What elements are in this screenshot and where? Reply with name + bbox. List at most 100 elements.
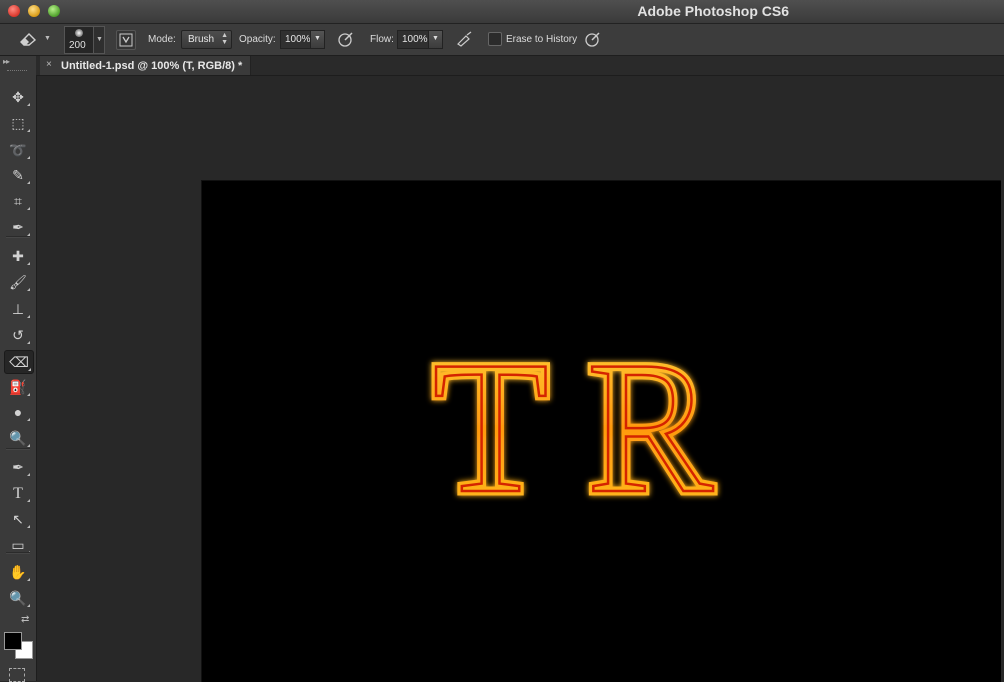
document-canvas[interactable]: TR TR — [201, 180, 1001, 682]
marquee-tool-icon: ⬚ — [11, 115, 25, 131]
brush-tip-icon — [75, 29, 83, 37]
tool-group-indicator — [27, 315, 30, 318]
foreground-color-swatch[interactable] — [4, 632, 22, 650]
erase-to-history-checkbox[interactable] — [488, 32, 502, 46]
flow-field[interactable]: 100% ▼ — [397, 30, 443, 49]
rectangle-tool-icon: ▭ — [11, 537, 25, 553]
chevron-down-icon: ▼ — [96, 36, 103, 43]
tab-untitled-1[interactable]: × Untitled-1.psd @ 100% (T, RGB/8) * — [40, 56, 251, 75]
tool-group-indicator — [27, 103, 30, 106]
marquee-tool-button[interactable]: ⬚ — [4, 112, 32, 134]
toolbar-separator — [6, 448, 30, 450]
brush-size-value: 200 — [69, 40, 86, 51]
minimize-window-button[interactable] — [28, 5, 40, 17]
app-title: Adobe Photoshop CS6 — [637, 3, 789, 19]
clone-stamp-tool-icon: ⊥ — [11, 301, 25, 317]
close-tab-icon[interactable]: × — [46, 59, 52, 70]
airbrush-icon — [457, 31, 472, 47]
zoom-tool-icon: 🔍 — [9, 590, 27, 606]
tool-group-indicator — [27, 473, 30, 476]
chevron-down-icon: ▼ — [432, 35, 439, 42]
tool-group-indicator — [27, 499, 30, 502]
pressure-opacity-button[interactable] — [337, 30, 355, 48]
tool-group-indicator — [27, 604, 30, 607]
blur-tool-button[interactable]: ● — [4, 401, 32, 423]
path-selection-tool-button[interactable]: ↖ — [4, 508, 32, 530]
chevron-down-icon: ▼ — [44, 35, 51, 42]
opacity-slider-dropdown[interactable]: ▼ — [310, 30, 325, 49]
tool-group-indicator — [27, 207, 30, 210]
tool-group-indicator — [27, 525, 30, 528]
toolbar-separator — [6, 552, 30, 554]
canvas-artwork: TR TR — [428, 319, 752, 538]
move-tool-button[interactable]: ✥ — [4, 86, 32, 108]
move-tool-icon: ✥ — [12, 89, 24, 105]
lasso-tool-icon: ➰ — [9, 142, 27, 158]
lasso-tool-button[interactable]: ➰ — [4, 139, 32, 161]
brush-preset-picker[interactable]: 200 — [64, 26, 94, 54]
quick-selection-tool-icon: ✎ — [12, 167, 24, 183]
flow-slider-dropdown[interactable]: ▼ — [428, 30, 443, 49]
paint-bucket-tool-button[interactable]: ⛽ — [4, 376, 32, 398]
brush-picker-dropdown[interactable]: ▼ — [93, 26, 105, 54]
eyedropper-tool-button[interactable]: ✒ — [4, 216, 32, 238]
crop-tool-icon: ⌗ — [14, 193, 22, 209]
swap-colors-icon[interactable]: ⇄ — [21, 614, 29, 625]
document-tabs: × Untitled-1.psd @ 100% (T, RGB/8) * — [36, 56, 1004, 76]
path-selection-tool-icon: ↖ — [12, 511, 24, 527]
tool-group-indicator — [27, 393, 30, 396]
blur-tool-icon: ● — [13, 404, 23, 420]
tab-title: Untitled-1.psd @ 100% (T, RGB/8) * — [61, 60, 243, 72]
flow-label: Flow: — [370, 34, 394, 45]
type-tool-icon: T — [13, 485, 23, 502]
toolbar-separator — [6, 236, 30, 238]
tool-preset-picker[interactable]: ▼ — [14, 28, 54, 50]
healing-brush-tool-button[interactable]: ✚ — [4, 245, 32, 267]
tool-group-indicator — [28, 368, 31, 371]
tool-group-indicator — [27, 578, 30, 581]
zoom-tool-button[interactable]: 🔍 — [4, 587, 32, 609]
zoom-window-button[interactable] — [48, 5, 60, 17]
chevron-down-icon: ▼ — [314, 35, 321, 42]
quick-mask-icon[interactable] — [9, 668, 25, 682]
tool-group-indicator — [27, 288, 30, 291]
spinner-arrows-icon: ▲ ▼ — [221, 32, 228, 46]
brush-tool-button[interactable]: 🖌 — [4, 271, 32, 293]
brush-panel-toggle-button[interactable] — [116, 30, 136, 50]
pressure-size-icon — [585, 32, 600, 47]
close-window-button[interactable] — [8, 5, 20, 17]
tool-group-indicator — [27, 156, 30, 159]
brush-panel-icon — [119, 33, 133, 47]
tool-group-indicator — [27, 181, 30, 184]
tool-group-indicator — [27, 262, 30, 265]
hand-tool-button[interactable]: ✋ — [4, 561, 32, 583]
eraser-tool-icon: ⌫ — [9, 354, 29, 370]
panel-collapse-icon[interactable]: ▸▸ — [3, 57, 10, 66]
eyedropper-tool-icon: ✒ — [12, 219, 24, 235]
healing-brush-tool-icon: ✚ — [12, 248, 24, 264]
title-bar: Adobe Photoshop CS6 — [0, 0, 1004, 24]
type-tool-button[interactable]: T — [4, 482, 32, 504]
tool-group-indicator — [27, 129, 30, 132]
dodge-tool-button[interactable]: 🔍 — [4, 427, 32, 449]
opacity-field[interactable]: 100% ▼ — [280, 30, 325, 49]
options-bar: ▼ 200 ▼ Mode: Brush ▲ ▼ Opacity: 100% ▼ F… — [0, 24, 1004, 56]
eraser-icon — [20, 33, 37, 46]
canvas-text-inner: TR — [433, 323, 752, 533]
airbrush-button[interactable] — [455, 30, 473, 48]
mode-label: Mode: — [148, 34, 176, 45]
history-brush-tool-button[interactable]: ↺ — [4, 324, 32, 346]
crop-tool-button[interactable]: ⌗ — [4, 190, 32, 212]
tools-panel: ▸▸ ✥ ⬚ ➰ ✎ ⌗ ✒ ✚ 🖌 ⊥ ↺ ⌫ ⛽ ● 🔍 ✒ T ↖ ▭ ✋ 🔍 ⇄ — [0, 56, 37, 682]
paint-bucket-tool-icon: ⛽ — [9, 379, 27, 395]
clone-stamp-tool-button[interactable]: ⊥ — [4, 298, 32, 320]
mode-select[interactable]: Brush ▲ ▼ — [181, 30, 232, 49]
erase-to-history-label: Erase to History — [506, 34, 578, 45]
pen-tool-button[interactable]: ✒ — [4, 456, 32, 478]
eraser-tool-button[interactable]: ⌫ — [4, 350, 34, 374]
panel-grip[interactable] — [7, 70, 27, 73]
brush-tool-icon: 🖌 — [9, 274, 27, 290]
pressure-opacity-icon — [338, 32, 353, 47]
quick-selection-tool-button[interactable]: ✎ — [4, 164, 32, 186]
pressure-size-button[interactable] — [584, 30, 602, 48]
